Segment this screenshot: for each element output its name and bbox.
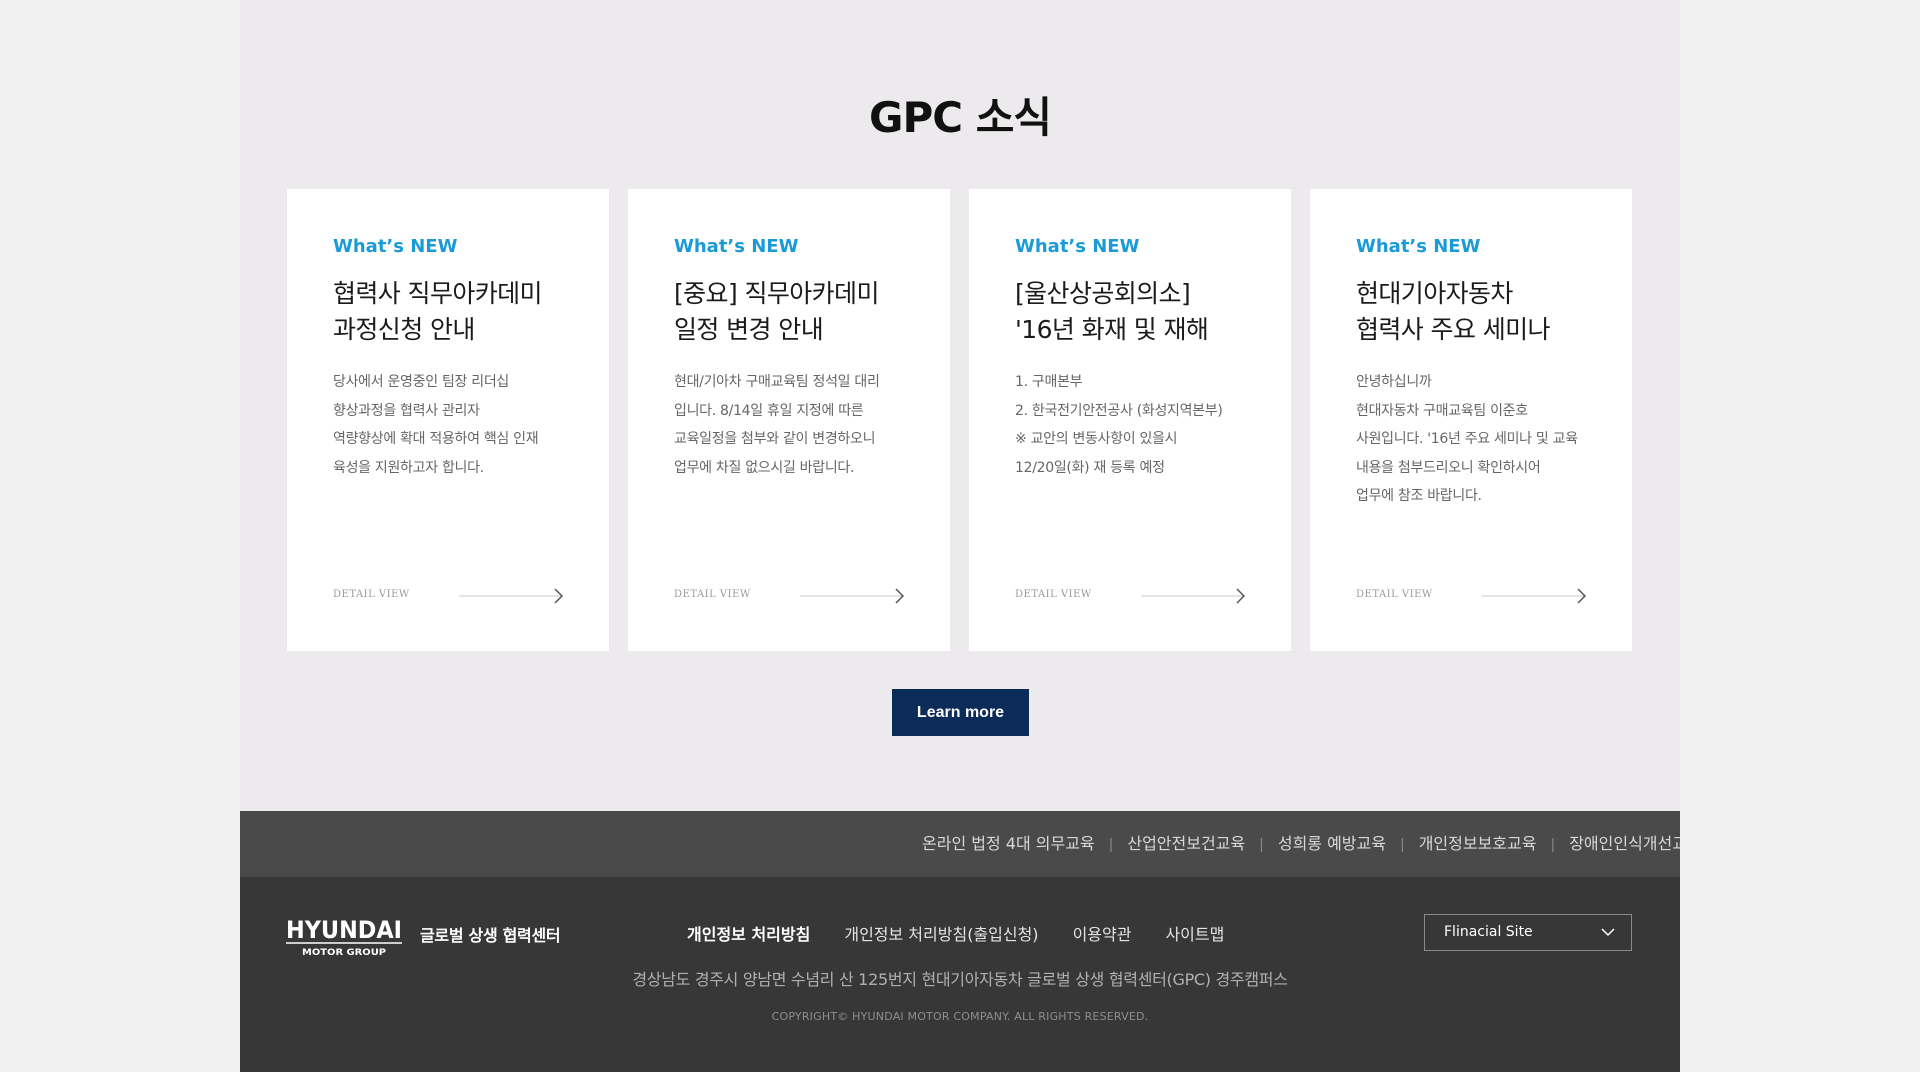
card-tag: What’s NEW [1015, 236, 1140, 257]
news-card[interactable]: What’s NEW 협력사 직무아카데미 과정신청 안내 당사에서 운영중인 … [287, 189, 609, 651]
site-select-value: Flinacial Site [1444, 924, 1533, 940]
learn-more-button[interactable]: Learn more [892, 689, 1029, 736]
card-body-line: 사원입니다. '16년 주요 세미나 및 교육 [1356, 431, 1578, 447]
card-heading-line: [울산상공회의소] [1015, 279, 1191, 308]
card-body-line: 내용을 첨부드리오니 확인하시어 [1356, 459, 1541, 476]
card-body: 안녕하십니까 현대자동차 구매교육팀 이준호 사원입니다. '16년 주요 세미… [1356, 368, 1586, 511]
detail-view-link[interactable]: DETAIL VIEW [1356, 586, 1586, 606]
card-body-line: 1. 구매본부 [1015, 374, 1083, 390]
detail-view-label: DETAIL VIEW [674, 589, 751, 600]
card-body-line: 역량향상에 확대 적용하여 핵심 인재 [333, 431, 539, 447]
footer-link-terms[interactable]: 이용약관 [1073, 925, 1132, 944]
card-body-line: 12/20일(화) 재 등록 예정 [1015, 459, 1165, 476]
detail-view-label: DETAIL VIEW [1356, 589, 1433, 600]
card-tag: What’s NEW [1356, 236, 1481, 257]
hyundai-motor-group-logo[interactable]: HYUNDAI MOTOR GROUP [286, 914, 404, 958]
quick-link-harassment-education[interactable]: 성희롱 예방교육 [1278, 834, 1386, 853]
card-heading-line: 현대기아자동차 [1356, 279, 1513, 308]
arrow-right-icon [1482, 588, 1586, 604]
quick-link-disability-awareness[interactable]: 장애인인식개선교육 [1569, 834, 1680, 853]
logo-sub-text: MOTOR GROUP [302, 948, 386, 958]
arrow-right-icon [459, 588, 563, 604]
card-heading: 현대기아자동차 협력사 주요 세미나 [1356, 276, 1586, 348]
arrow-right-icon [1141, 588, 1245, 604]
card-body: 당사에서 운영중인 팀장 리더십 향상과정을 협력사 관리자 역량향상에 확대 … [333, 368, 563, 482]
footer-link-sitemap[interactable]: 사이트맵 [1165, 925, 1224, 944]
card-tag: What’s NEW [674, 236, 799, 257]
footer-copyright: COPYRIGHT© HYUNDAI MOTOR COMPANY. ALL RI… [771, 1010, 1149, 1023]
card-body-line: 업무에 참조 바랍니다. [1356, 488, 1482, 504]
card-heading-line: 과정신청 안내 [333, 315, 475, 344]
quick-link-separator: | [1108, 837, 1114, 853]
card-body-line: ※ 교안의 변동사항이 있을시 [1015, 431, 1178, 447]
quick-links: 온라인 법정 4대 의무교육 | 산업안전보건교육 | 성희롱 예방교육 | 개인정보보호교… [922, 811, 1680, 877]
card-heading-line: '16년 화재 및 재해 [1015, 315, 1209, 344]
card-heading-line: 일정 변경 안내 [674, 315, 824, 344]
quick-link-legal-education[interactable]: 온라인 법정 4대 의무교육 [922, 834, 1095, 853]
card-body-line: 육성을 지원하고자 합니다. [333, 459, 484, 476]
section-title: GPC 소식 [869, 93, 1052, 142]
quick-link-safety-education[interactable]: 산업안전보건교육 [1127, 834, 1245, 853]
footer-link-privacy-policy-visit[interactable]: 개인정보 처리방침(출입신청) [844, 925, 1038, 944]
quick-link-separator: | [1399, 837, 1405, 853]
card-body-line: 안녕하십니까 [1356, 374, 1432, 390]
footer-links: 개인정보 처리방침 개인정보 처리방침(출입신청) 이용약관 사이트맵 [687, 921, 1258, 945]
center-name: 글로벌 상생 협력센터 [420, 926, 561, 945]
card-body-line: 현대자동차 구매교육팀 이준호 [1356, 402, 1528, 419]
footer-address: 경상남도 경주시 양남면 수념리 산 125번지 현대기아자동차 글로벌 상생 … [632, 970, 1288, 989]
page: GPC 소식 What’s NEW 협력사 직무아카데미 과정신청 안내 당사에… [240, 0, 1680, 1072]
news-card[interactable]: What’s NEW 현대기아자동차 협력사 주요 세미나 안녕하십니까 현대자… [1310, 189, 1632, 651]
detail-view-label: DETAIL VIEW [1015, 589, 1092, 600]
card-heading: [울산상공회의소] '16년 화재 및 재해 [1015, 276, 1245, 348]
card-heading-line: 협력사 주요 세미나 [1356, 315, 1551, 344]
news-card[interactable]: What’s NEW [울산상공회의소] '16년 화재 및 재해 1. 구매본… [969, 189, 1291, 651]
detail-view-link[interactable]: DETAIL VIEW [333, 586, 563, 606]
card-body-line: 당사에서 운영중인 팀장 리더십 [333, 374, 509, 390]
quick-link-privacy-education[interactable]: 개인정보보호교육 [1419, 834, 1537, 853]
quick-link-separator: | [1550, 837, 1556, 853]
news-card-list: What’s NEW 협력사 직무아카데미 과정신청 안내 당사에서 운영중인 … [287, 189, 1633, 651]
card-heading-line: 협력사 직무아카데미 [333, 279, 543, 308]
card-body-line: 교육일정을 첨부와 같이 변경하오니 [674, 431, 876, 447]
financial-site-select[interactable]: Flinacial Site [1424, 914, 1632, 951]
card-body-line: 2. 한국전기안전공사 (화성지역본부) [1015, 402, 1223, 419]
quick-link-separator: | [1259, 837, 1264, 853]
card-heading: 협력사 직무아카데미 과정신청 안내 [333, 276, 563, 348]
footer: HYUNDAI MOTOR GROUP 글로벌 상생 협력센터 개인정보 처리방… [240, 877, 1680, 1072]
chevron-down-icon [1601, 928, 1615, 937]
card-heading: [중요] 직무아카데미 일정 변경 안내 [674, 276, 904, 348]
detail-view-label: DETAIL VIEW [333, 589, 410, 600]
arrow-right-icon [800, 588, 904, 604]
news-card[interactable]: What’s NEW [중요] 직무아카데미 일정 변경 안내 현대/기아차 구… [628, 189, 950, 651]
detail-view-link[interactable]: DETAIL VIEW [674, 586, 904, 606]
card-body: 1. 구매본부 2. 한국전기안전공사 (화성지역본부) ※ 교안의 변동사항이… [1015, 368, 1245, 482]
detail-view-link[interactable]: DETAIL VIEW [1015, 586, 1245, 606]
card-body-line: 현대/기아차 구매교육팀 정석일 대리 [674, 374, 880, 390]
card-body-line: 업무에 차질 없으시길 바랍니다. [674, 459, 855, 476]
card-tag: What’s NEW [333, 236, 458, 257]
card-body: 현대/기아차 구매교육팀 정석일 대리 입니다. 8/14일 휴일 지정에 따른… [674, 368, 904, 482]
quick-links-bar: 온라인 법정 4대 의무교육 | 산업안전보건교육 | 성희롱 예방교육 | 개인정보보호교… [240, 811, 1680, 877]
card-heading-line: [중요] 직무아카데미 [674, 279, 879, 308]
logo-main-text: HYUNDAI [286, 916, 402, 944]
card-body-line: 입니다. 8/14일 휴일 지정에 따른 [674, 402, 864, 419]
footer-link-privacy-policy[interactable]: 개인정보 처리방침 [687, 925, 810, 944]
card-body-line: 향상과정을 협력사 관리자 [333, 402, 480, 419]
